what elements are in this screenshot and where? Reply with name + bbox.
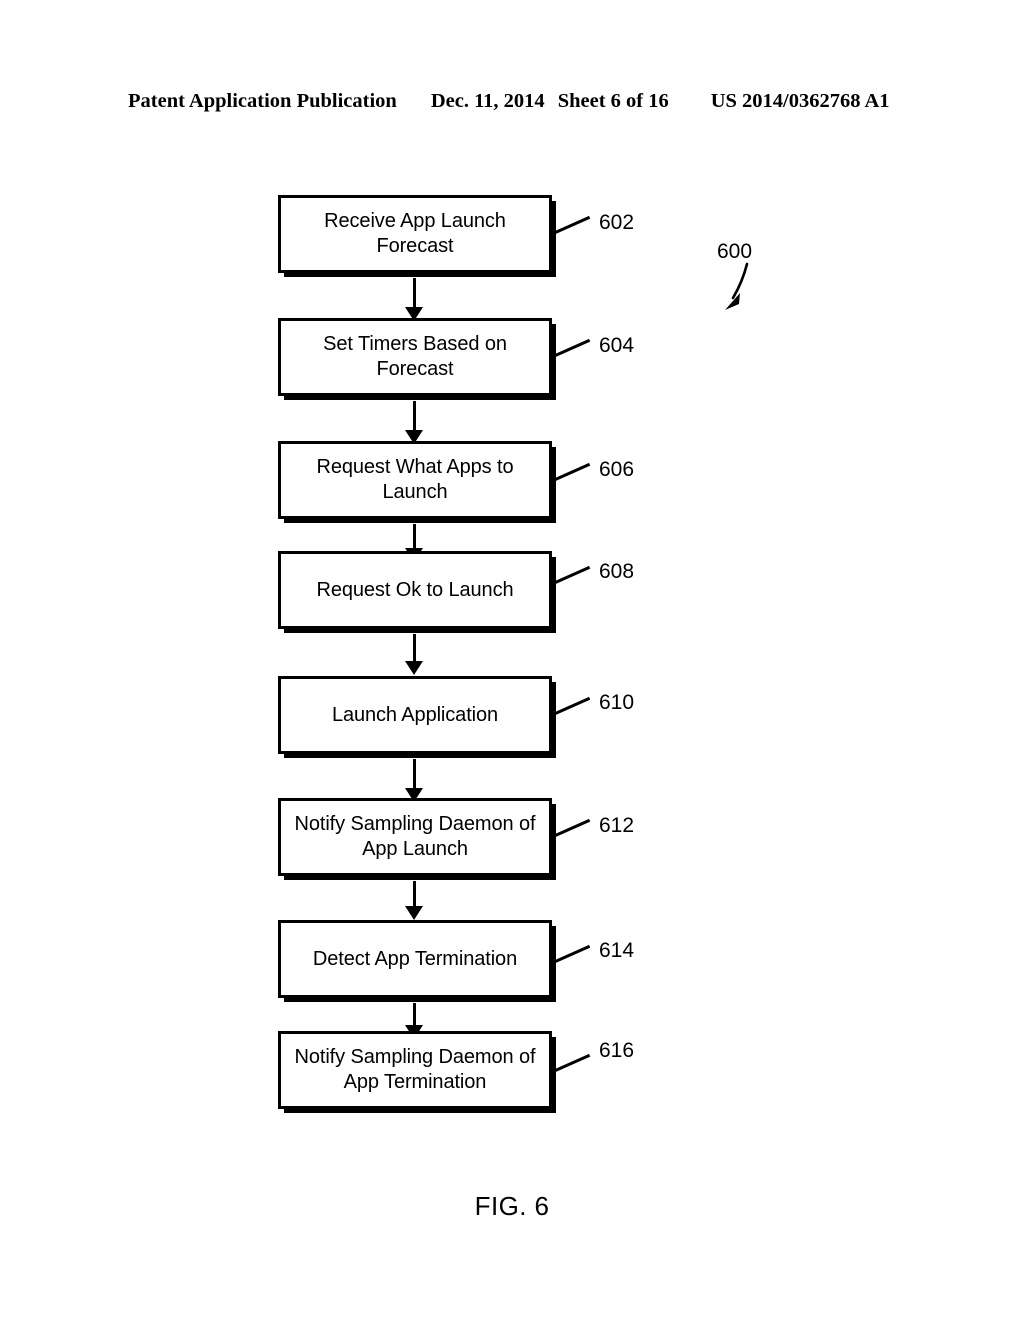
flow-node-602-label: Receive App Launch Forecast bbox=[324, 210, 506, 257]
ref-number-602: 602 bbox=[599, 211, 635, 234]
flow-node-612: Notify Sampling Daemon of App Launch bbox=[278, 798, 552, 876]
leader-line-612 bbox=[552, 818, 591, 838]
flow-node-604: Set Timers Based on Forecast bbox=[278, 318, 552, 396]
flow-node-604-label: Set Timers Based on Forecast bbox=[323, 333, 507, 380]
flow-connector-612-614 bbox=[405, 881, 423, 920]
ref-number-608: 608 bbox=[599, 560, 635, 583]
flow-node-616-label: Notify Sampling Daemon of App Terminatio… bbox=[294, 1046, 536, 1093]
leader-line-608 bbox=[552, 565, 591, 585]
ref-number-612: 612 bbox=[599, 814, 635, 837]
flow-node-602: Receive App Launch Forecast bbox=[278, 195, 552, 273]
leader-line-610 bbox=[552, 696, 591, 716]
flow-connector-602-604 bbox=[405, 278, 423, 321]
figure-caption: FIG. 6 bbox=[474, 1191, 550, 1221]
flow-node-616: Notify Sampling Daemon of App Terminatio… bbox=[278, 1031, 552, 1109]
leader-line-616 bbox=[552, 1053, 591, 1073]
leader-line-614 bbox=[552, 944, 591, 964]
figure-reference-600: 600 bbox=[717, 240, 753, 263]
flow-node-608: Request Ok to Launch bbox=[278, 551, 552, 629]
flow-connector-604-606 bbox=[405, 401, 423, 444]
patent-figure-page: Patent Application Publication Dec. 11, … bbox=[0, 0, 1024, 1320]
leader-line-602 bbox=[552, 215, 591, 235]
flow-node-614: Detect App Termination bbox=[278, 920, 552, 998]
flow-node-606: Request What Apps to Launch bbox=[278, 441, 552, 519]
flow-connector-606-608 bbox=[405, 524, 423, 562]
flow-node-614-label: Detect App Termination bbox=[312, 947, 518, 970]
ref-number-610: 610 bbox=[599, 691, 635, 714]
ref-number-606: 606 bbox=[599, 458, 635, 481]
flowchart-600: Receive App Launch Forecast 602 Set Time… bbox=[0, 0, 1024, 1320]
ref-number-604: 604 bbox=[599, 334, 635, 357]
leader-line-606 bbox=[552, 462, 591, 482]
flow-node-610: Launch Application bbox=[278, 676, 552, 754]
ref-number-614: 614 bbox=[599, 939, 635, 962]
ref-number-616: 616 bbox=[599, 1039, 635, 1062]
flow-node-612-label: Notify Sampling Daemon of App Launch bbox=[294, 813, 536, 860]
flow-connector-614-616 bbox=[405, 1003, 423, 1039]
flow-connector-608-610 bbox=[405, 634, 423, 675]
flow-node-610-label: Launch Application bbox=[331, 703, 499, 726]
flow-connector-610-612 bbox=[405, 759, 423, 802]
flow-node-608-label: Request Ok to Launch bbox=[316, 578, 514, 601]
figure-reference-arrow-icon bbox=[725, 262, 749, 310]
flow-node-606-label: Request What Apps to Launch bbox=[316, 456, 514, 503]
leader-line-604 bbox=[552, 338, 591, 358]
